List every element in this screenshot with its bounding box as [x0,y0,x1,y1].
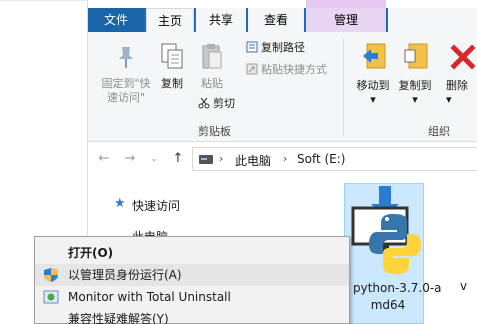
cut-button[interactable]: 剪切 [198,97,235,111]
group-divider [343,38,344,136]
back-arrow-icon[interactable]: ← [96,151,112,167]
tab-home[interactable]: 主页 [146,8,194,33]
delete-dropdown-icon: ▾ [446,93,452,106]
clipboard-group-label: 剪贴板 [198,125,231,138]
tab-manage[interactable]: 管理 [306,8,386,32]
context-menu: 打开(O) 以管理员身份运行(A) Monitor with Total Uni… [34,236,350,324]
drive-icon [199,155,213,164]
uac-shield-icon [44,268,58,282]
recent-dropdown-icon[interactable]: ⌄ [146,151,162,167]
delete-label: 删除 [446,79,468,92]
move-to-label: 移动到 [356,79,390,92]
move-to-icon [363,43,386,69]
file-item-python-installer[interactable]: python-3.7.0-a md64 [344,183,442,324]
tab-strip-fill [388,8,477,32]
breadcrumb-soft-drive[interactable]: Soft (E:) [297,152,345,166]
copy-icon [161,43,183,69]
cut-label: 剪切 [213,97,235,110]
copy-path-label: 复制路径 [261,41,305,54]
ribbon-home: 固定到"快 速访问" 复制 粘贴 复制路径 粘贴快捷方式 剪切 剪贴板 移动到 … [88,32,477,142]
paste-label: 粘贴 [201,77,223,90]
breadcrumb-separator: › [283,152,288,165]
title-bar [88,0,477,8]
paste-icon [202,44,222,69]
copy-label: 复制 [161,77,183,90]
tab-view[interactable]: 查看 [248,8,304,32]
file-item-partial[interactable]: v [456,183,477,324]
python-installer-icon [351,186,421,274]
menu-item-compatibility[interactable]: 兼容性疑难解答(Y) [35,308,349,324]
paste-shortcut-label: 粘贴快捷方式 [261,63,327,76]
total-uninstall-icon [43,290,59,304]
organize-group-label: 组织 [428,125,450,138]
menu-item-compatibility-label: 兼容性疑难解答(Y) [68,312,169,324]
navigation-bar: ← → ⌄ ↑ › 此电脑 › Soft (E:) [88,142,477,176]
background-window-edge [0,0,88,1]
manage-context-accent [306,0,386,8]
menu-item-run-as-admin[interactable]: 以管理员身份运行(A) [35,264,349,286]
pin-icon [119,47,133,68]
paste-shortcut-icon [246,63,258,75]
tab-share[interactable]: 共享 [196,8,246,32]
copy-path-icon [246,41,258,53]
paste-shortcut-button[interactable]: 粘贴快捷方式 [246,63,327,77]
file-name-line1: python-3.7.0-a [353,281,442,295]
breadcrumb-separator: › [219,152,224,165]
forward-arrow-icon[interactable]: → [122,151,138,167]
delete-x-icon [450,44,476,70]
menu-item-total-uninstall[interactable]: Monitor with Total Uninstall [35,286,349,308]
copy-to-icon [404,43,428,69]
ribbon-tab-bar: 文件 主页 共享 查看 管理 [88,0,477,33]
breadcrumb-this-pc[interactable]: 此电脑 [235,152,271,169]
quick-access-star-icon: ★ [114,196,126,211]
menu-item-open-label: 打开(O) [68,246,114,260]
address-bar[interactable]: › 此电脑 › Soft (E:) [192,147,477,171]
nav-item-quick-access[interactable]: 快速访问 [132,197,180,214]
copy-path-button[interactable]: 复制路径 [246,41,305,55]
menu-item-open[interactable]: 打开(O) [35,242,349,264]
copy-to-dropdown-icon: ▾ [412,93,418,106]
file-name-line2: md64 [370,298,406,312]
tab-file[interactable]: 文件 [88,8,144,32]
up-arrow-icon[interactable]: ↑ [170,151,186,167]
pin-label-line1: 固定到"快 [101,77,151,90]
scissors-icon [198,97,210,109]
copy-to-label: 复制到 [398,79,432,92]
menu-item-run-as-admin-label: 以管理员身份运行(A) [68,268,182,282]
move-to-dropdown-icon: ▾ [370,93,376,106]
pin-label-line2: 速访问" [106,91,146,104]
file-name-partial: v [460,279,468,293]
menu-item-total-uninstall-label: Monitor with Total Uninstall [68,290,231,304]
